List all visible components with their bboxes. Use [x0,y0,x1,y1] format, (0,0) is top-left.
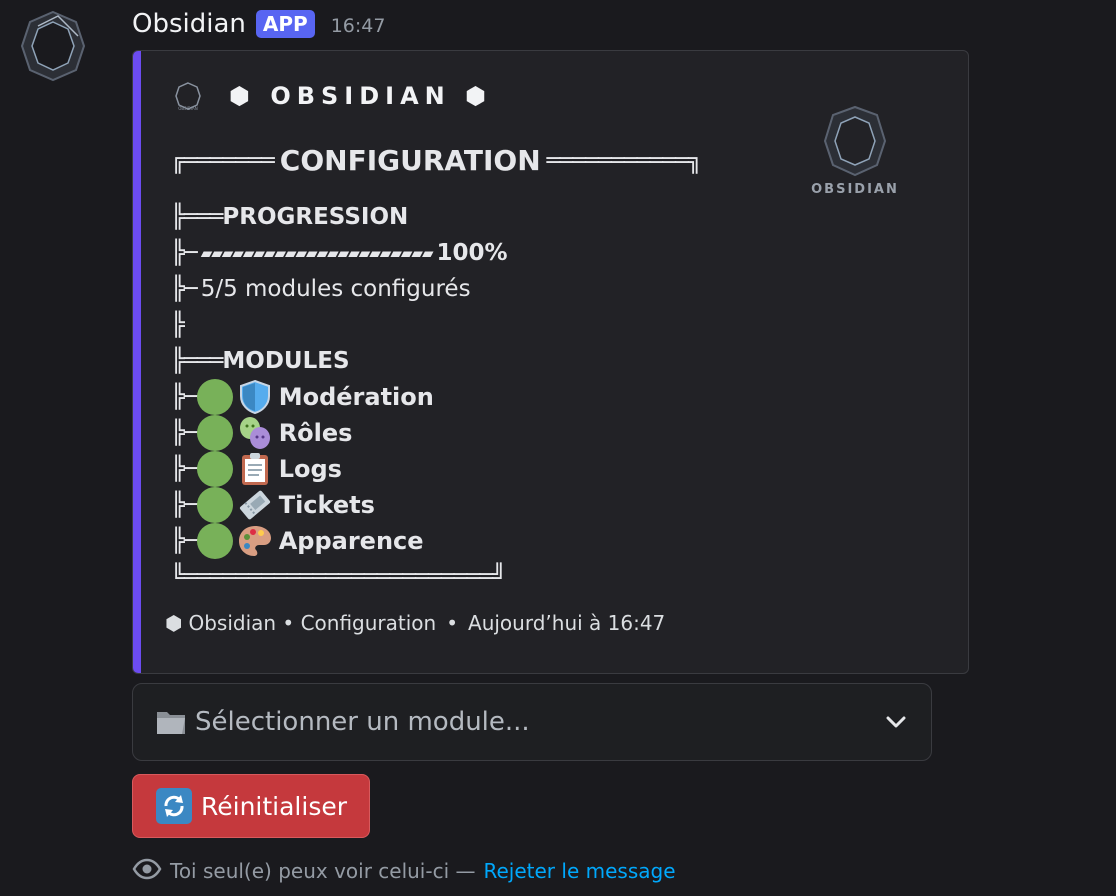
tree-glyph: ╠─ [171,528,198,554]
eye-icon [132,858,162,885]
module-item-logs: ╠─ Logs [171,451,771,487]
author-label: OBSIDIAN [270,82,451,110]
username[interactable]: Obsidian [132,9,246,39]
green-circle-icon [196,379,233,415]
tree-glyph: ╠─ [171,492,198,518]
green-circle-icon [196,415,233,451]
author-hexagon-icon: ⬢ [229,82,256,110]
module-select[interactable]: Sélectionner un module... [132,683,932,761]
tree-glyph: ╠ [171,312,185,338]
module-count: 5/5 modules configurés [200,276,471,302]
tree-glyph: ╠─ [171,384,198,410]
ephemeral-text: Toi seul(e) peux voir celui-ci — [170,859,476,883]
progression-title: PROGRESSION [222,204,409,230]
modules-heading: ╠═══ MODULES [171,343,771,379]
module-item-appearance: ╠─ Apparence [171,523,771,559]
svg-text:OBSIDIAN: OBSIDIAN [178,106,198,111]
embed-thumbnail[interactable]: OBSIDIAN [809,101,901,197]
ticket-icon [237,487,273,523]
footer-text: Obsidian • Configuration [188,611,437,635]
footer-hexagon-icon: ⬢ [165,611,183,635]
tree-glyph: ╠─ [171,240,198,266]
embed-author: OBSIDIAN ⬢ OBSIDIAN ⬢ [173,81,492,111]
module-item-moderation: ╠─ Modération [171,379,771,415]
config-header-line: ╔═══════ CONFIGURATION ═══════════╗ [171,143,771,179]
module-label: Tickets [278,491,375,519]
ephemeral-notice: Toi seul(e) peux voir celui-ci — Rejeter… [132,854,676,888]
embed-accent-bar [133,51,141,673]
app-badge: APP [255,10,315,38]
footer-timestamp: Aujourd’hui à 16:47 [468,611,666,635]
message-header: Obsidian APP 16:47 [132,6,385,42]
tree-glyph: ╚════════════════════════╝ [171,564,506,590]
tree-glyph: ╔═══════ [171,148,275,174]
author-hexagon-icon-right: ⬢ [465,82,493,110]
select-placeholder: Sélectionner un module... [195,707,530,737]
tree-glyph: ═══════════╗ [546,148,702,174]
blank-tree-line: ╠ [171,307,771,343]
embed-description: ╔═══════ CONFIGURATION ═══════════╗ ╠═══… [171,143,771,595]
bot-avatar[interactable] [18,8,88,84]
module-item-tickets: ╠─ Tickets [171,487,771,523]
progress-bar: ▰▰▰▰▰▰▰▰▰▰▰▰▰▰▰▰▰▰▰▰▰▰ [200,244,434,262]
modules-title: MODULES [222,348,350,374]
embed-card: OBSIDIAN ⬢ OBSIDIAN ⬢ OBSIDIAN ╔═══════ … [132,50,969,674]
refresh-icon [155,787,193,825]
progress-percent: 100% [436,240,508,266]
dismiss-message-link[interactable]: Rejeter le message [484,859,676,883]
chevron-down-icon [883,709,909,735]
embed-footer: ⬢ Obsidian • Configuration • Aujourd’hui… [165,611,665,635]
module-label: Apparence [278,527,424,555]
shield-icon [237,379,273,415]
svg-text:OBSIDIAN: OBSIDIAN [811,182,899,197]
tree-glyph: ╠─ [171,276,198,302]
clipboard-icon [237,451,273,487]
progress-bar-line: ╠─ ▰▰▰▰▰▰▰▰▰▰▰▰▰▰▰▰▰▰▰▰▰▰ 100% [171,235,771,271]
palette-icon [237,523,273,559]
config-title: CONFIGURATION [279,144,541,177]
green-circle-icon [196,487,233,523]
green-circle-icon [196,523,233,559]
embed-author-name: ⬢ OBSIDIAN ⬢ [229,82,492,110]
module-label: Modération [278,383,434,411]
tree-bottom-line: ╚════════════════════════╝ [171,559,771,595]
reset-button[interactable]: Réinitialiser [132,774,370,838]
tree-glyph: ╠═══ [171,204,223,230]
module-item-roles: ╠─ Rôles [171,415,771,451]
tree-glyph: ╠═══ [171,348,223,374]
green-circle-icon [196,451,233,487]
module-label: Rôles [278,419,353,447]
module-label: Logs [278,455,342,483]
footer-separator: • [446,611,459,635]
tree-glyph: ╠─ [171,420,198,446]
folder-icon [155,708,187,736]
tree-glyph: ╠─ [171,456,198,482]
progression-heading: ╠═══ PROGRESSION [171,199,771,235]
obsidian-logo-icon: OBSIDIAN [173,81,203,111]
message-timestamp[interactable]: 16:47 [331,15,386,37]
reset-button-label: Réinitialiser [201,791,348,821]
module-count-line: ╠─ 5/5 modules configurés [171,271,771,307]
theater-masks-icon [237,415,273,451]
